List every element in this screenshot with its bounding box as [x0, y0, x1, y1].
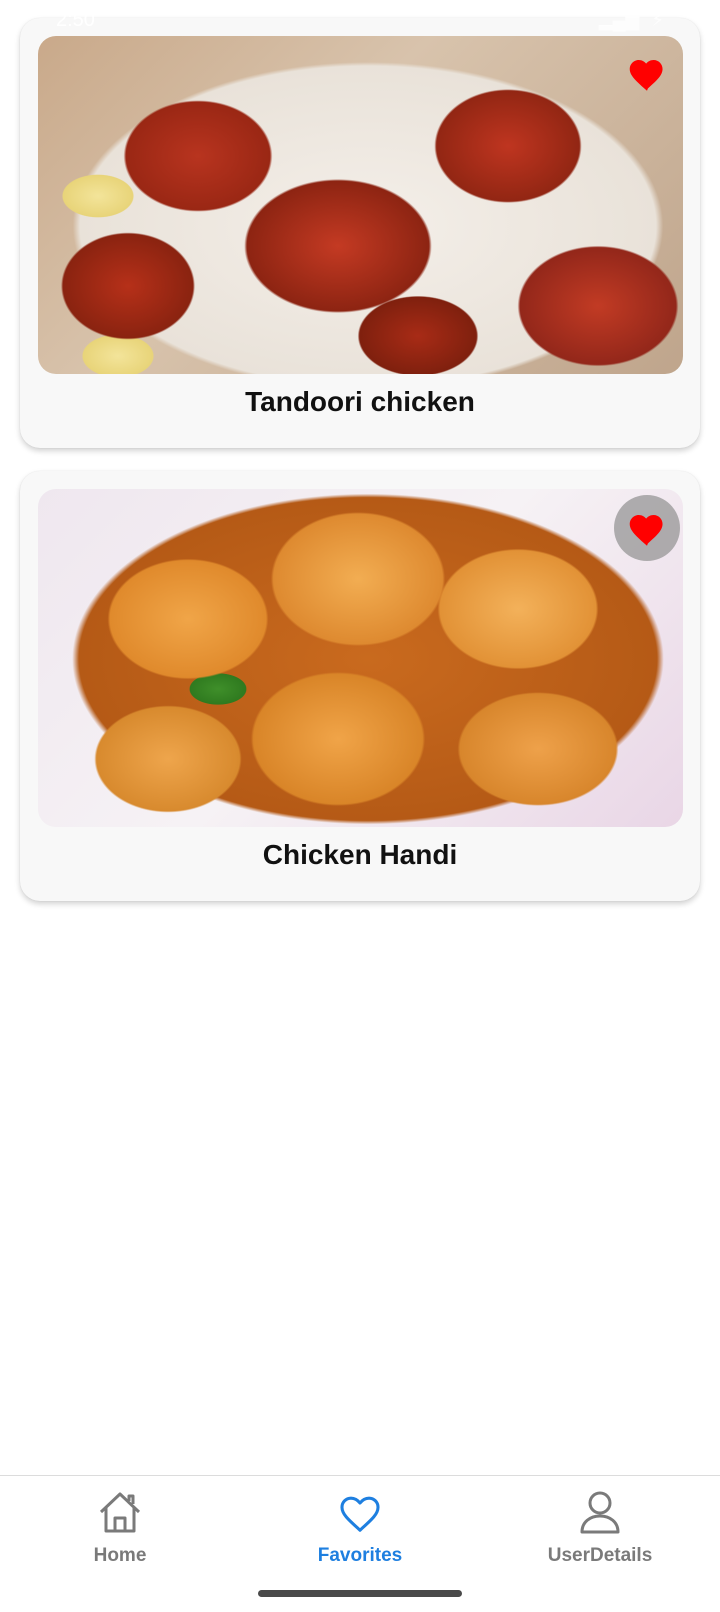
user-icon	[577, 1490, 623, 1539]
nav-label-favorites: Favorites	[317, 1545, 403, 1566]
heart-filled-icon	[626, 509, 668, 547]
heart-filled-icon	[626, 54, 668, 92]
recipe-title: Chicken Handi	[262, 839, 458, 870]
home-indicator-bar[interactable]	[258, 1590, 462, 1597]
nav-label-userdetails: UserDetails	[547, 1545, 653, 1566]
nav-label-home: Home	[93, 1545, 147, 1566]
recipe-title: Tandoori chicken	[245, 386, 475, 417]
nav-item-userdetails[interactable]: UserDetails	[520, 1490, 680, 1567]
favorite-toggle-button[interactable]	[614, 495, 680, 561]
favorite-toggle-button[interactable]	[614, 40, 680, 106]
favorites-screen: 2:50 ▂▄▆ ⚡ Tandoori chicken Chicken Hand…	[0, 0, 720, 1612]
home-icon	[97, 1490, 143, 1539]
nav-item-favorites[interactable]: Favorites	[280, 1490, 440, 1567]
tandoori-chicken-image	[38, 36, 683, 374]
heart-outline-icon	[337, 1490, 383, 1539]
favorite-card[interactable]: Tandoori chicken	[20, 18, 700, 448]
nav-item-home[interactable]: Home	[40, 1490, 200, 1567]
favorite-card[interactable]: Chicken Handi	[20, 471, 700, 901]
chicken-handi-image	[38, 489, 683, 827]
